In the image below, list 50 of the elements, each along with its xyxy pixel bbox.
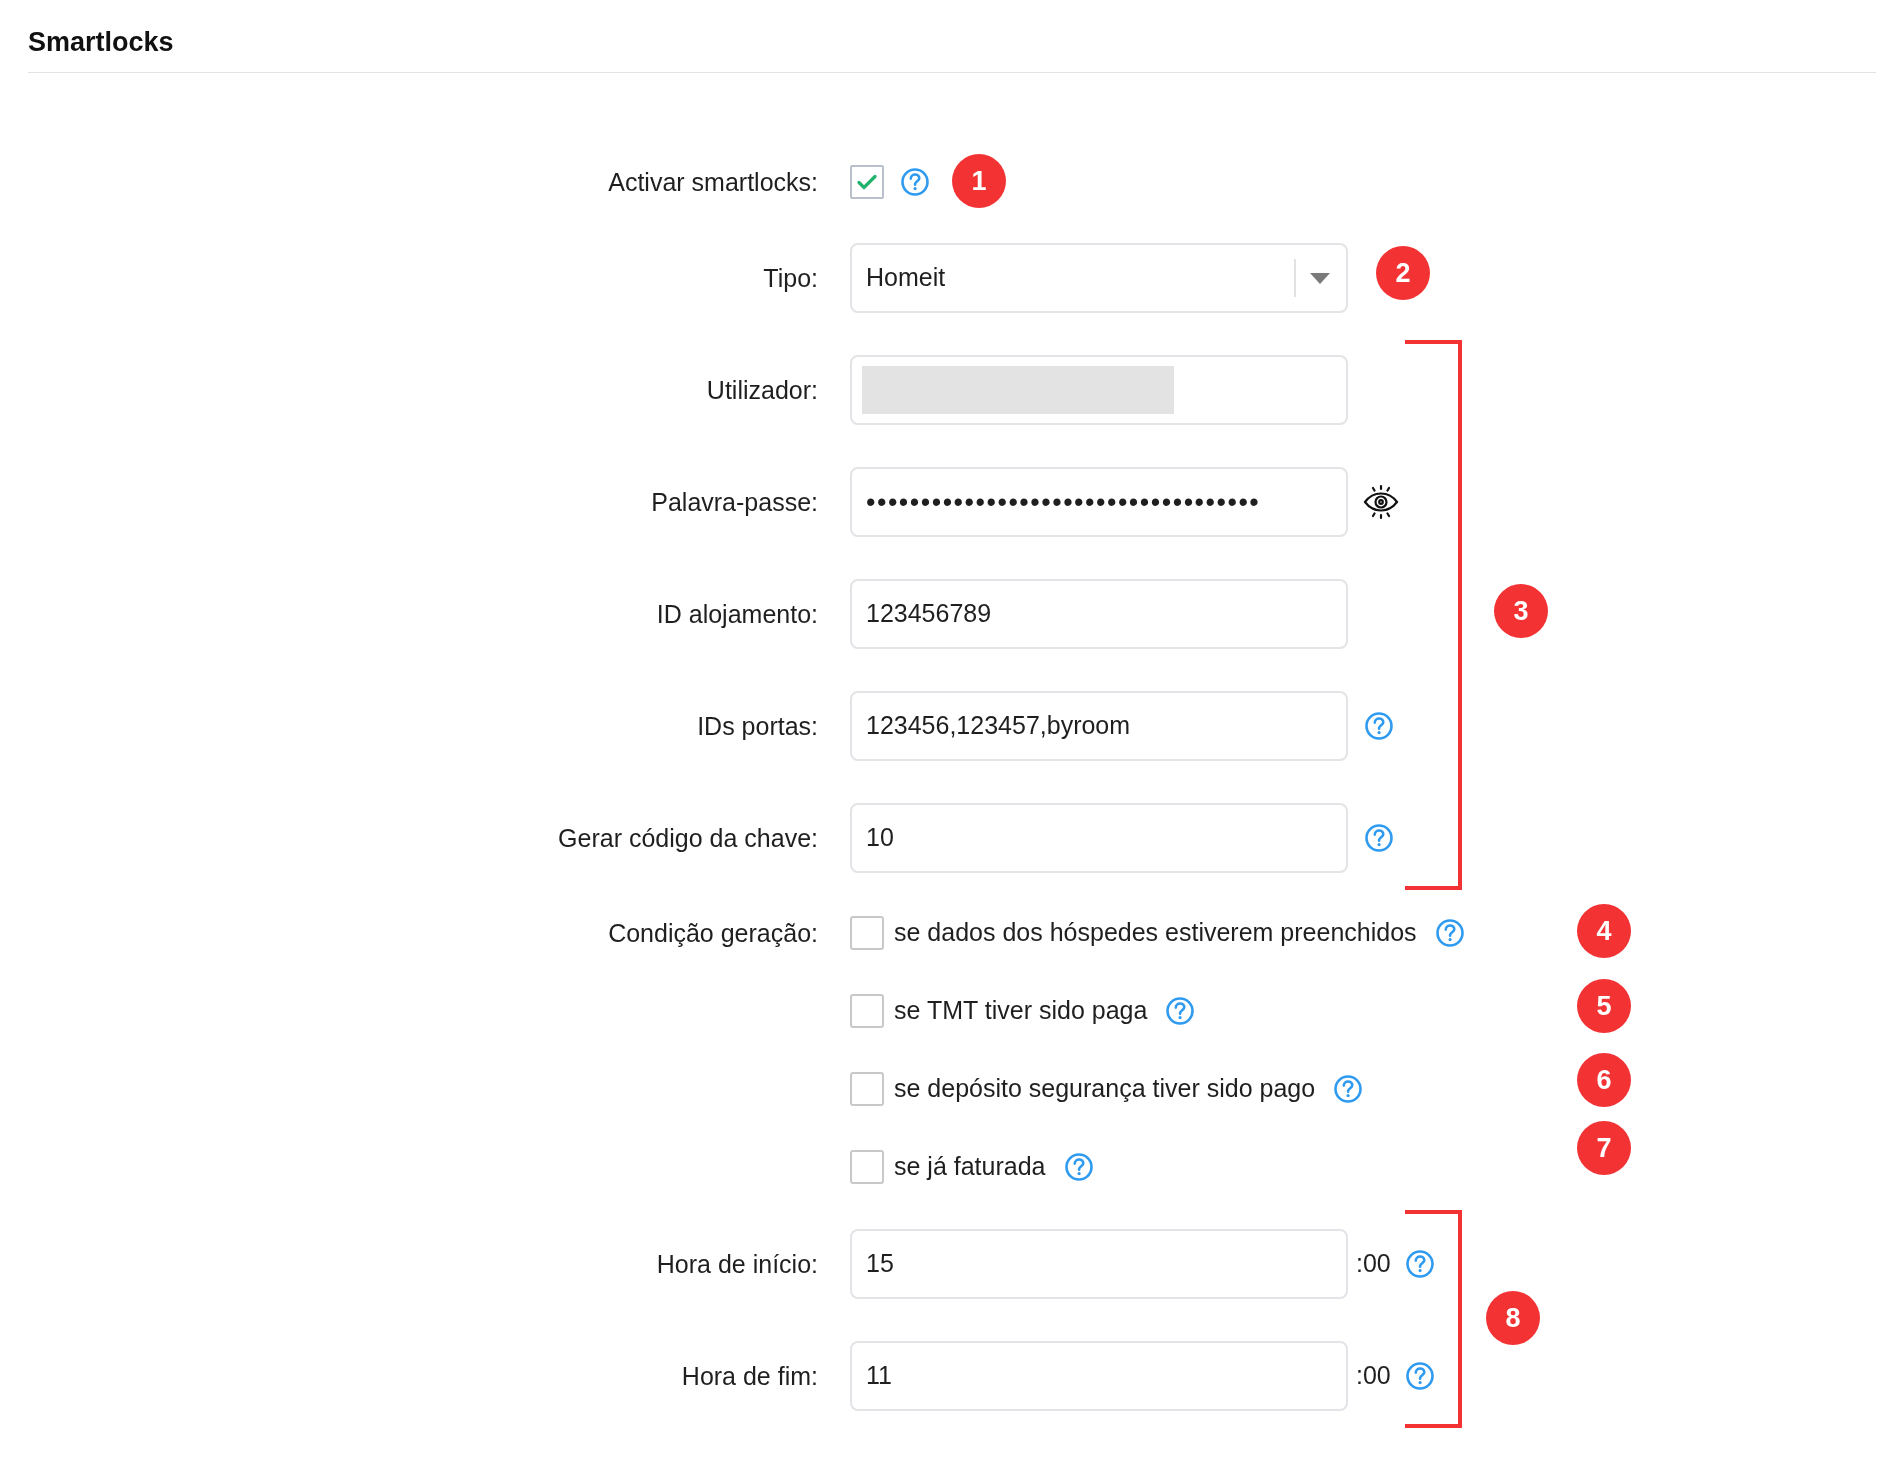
time-suffix: :00	[1356, 1248, 1391, 1280]
input-field[interactable]: 10	[850, 803, 1348, 873]
checkmark-icon	[857, 174, 877, 190]
help-icon[interactable]	[1404, 1249, 1435, 1279]
field-label: Palavra-passe:	[651, 488, 818, 516]
checkbox[interactable]	[850, 994, 884, 1028]
field-label: Hora de fim:	[681, 1362, 818, 1390]
number-badge: 7	[1577, 1121, 1631, 1175]
number-badge: 1	[952, 154, 1006, 208]
eye-icon[interactable]	[1362, 483, 1400, 521]
help-icon[interactable]	[1165, 996, 1196, 1026]
input-field[interactable]	[850, 355, 1348, 425]
field-label: ID alojamento:	[656, 600, 818, 628]
help-icon[interactable]	[1434, 918, 1465, 948]
field-label: IDs portas:	[697, 712, 818, 740]
option-label: se depósito segurança tiver sido pago	[894, 1073, 1316, 1105]
field-label: Utilizador:	[706, 376, 818, 404]
checkbox[interactable]	[850, 1072, 884, 1106]
help-icon[interactable]	[1404, 1361, 1435, 1391]
number-badge: 3	[1494, 584, 1548, 638]
number-badge: 6	[1577, 1053, 1631, 1107]
field-label: Hora de início:	[656, 1250, 818, 1278]
field-label: Gerar código da chave:	[558, 824, 818, 852]
checkbox[interactable]	[850, 916, 884, 950]
type-select[interactable]: Homeit	[850, 243, 1348, 313]
help-icon[interactable]	[1364, 711, 1394, 741]
field-label: Condição geração:	[608, 919, 818, 947]
option-label: se TMT tiver sido paga	[894, 995, 1148, 1027]
checkbox[interactable]	[850, 1150, 884, 1184]
caret-icon	[1310, 272, 1330, 284]
number-badge: 8	[1486, 1291, 1540, 1345]
number-badge: 4	[1577, 904, 1631, 958]
help-icon[interactable]	[900, 167, 930, 197]
option-label: se dados dos hóspedes estiverem preenchidos	[894, 917, 1417, 949]
input-field[interactable]: 11	[850, 1341, 1348, 1411]
help-icon[interactable]	[1364, 823, 1394, 853]
number-badge: 5	[1577, 979, 1631, 1033]
section-title: Smartlocks	[28, 26, 175, 58]
help-icon[interactable]	[1063, 1152, 1094, 1182]
checkbox[interactable]	[850, 165, 884, 199]
time-suffix: :00	[1356, 1360, 1391, 1392]
field-label: Activar smartlocks:	[608, 168, 818, 196]
help-icon[interactable]	[1333, 1074, 1364, 1104]
field-label: Tipo:	[763, 264, 818, 292]
input-field[interactable]: 123456,123457,byroom	[850, 691, 1348, 761]
password-field[interactable]: ••••••••••••••••••••••••••••••••••••	[850, 467, 1348, 537]
input-field[interactable]: 15	[850, 1229, 1348, 1299]
number-badge: 2	[1376, 246, 1430, 300]
input-field[interactable]: 123456789	[850, 579, 1348, 649]
option-label: se já faturada	[894, 1151, 1046, 1183]
